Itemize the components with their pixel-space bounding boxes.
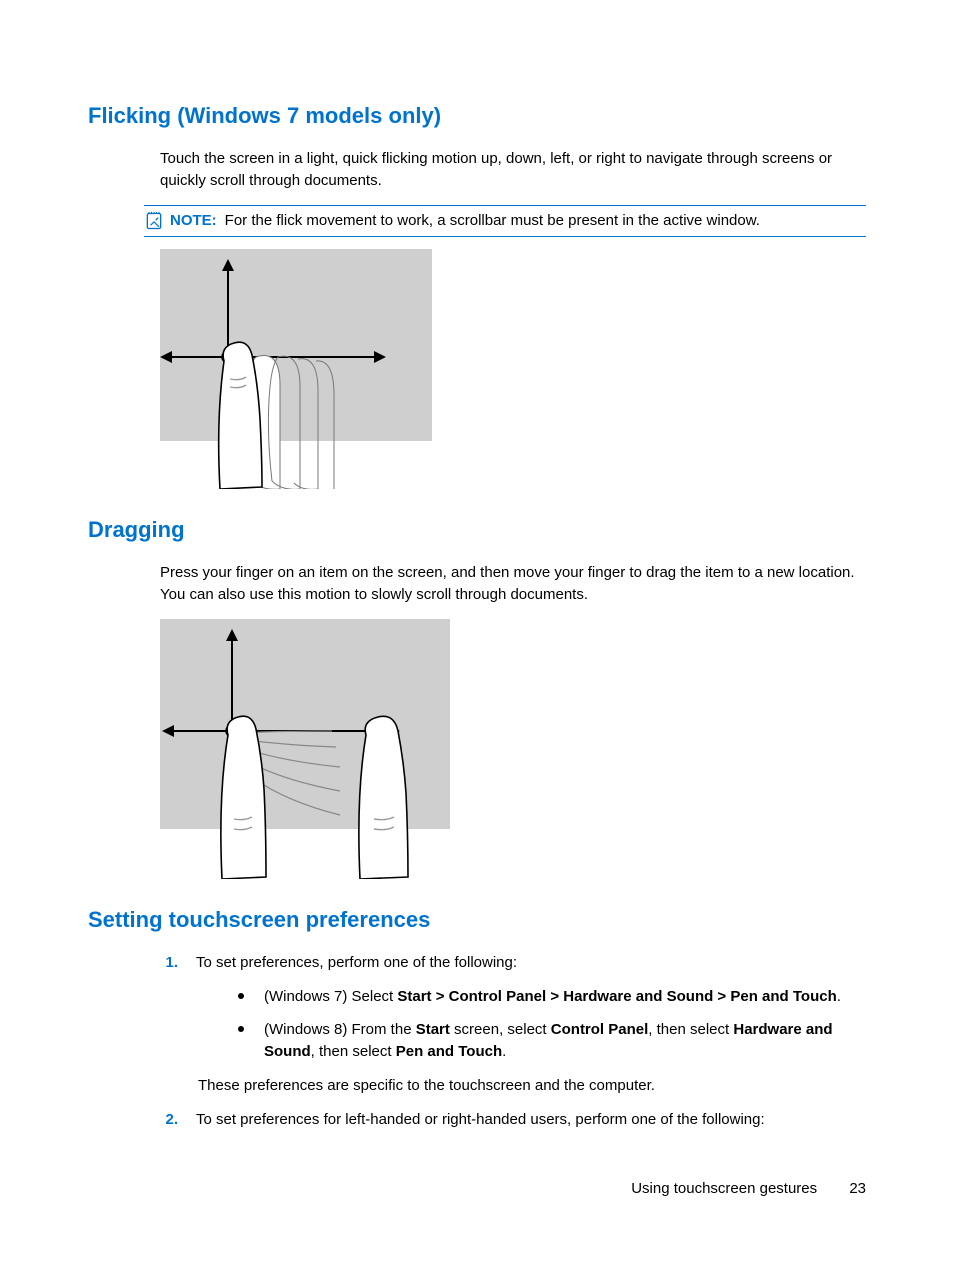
step-1-text: To set preferences, perform one of the f…	[196, 952, 866, 974]
step-2: 2. To set preferences for left-handed or…	[160, 1109, 866, 1131]
page-footer: Using touchscreen gestures 23	[631, 1178, 866, 1200]
note-label: NOTE:	[170, 212, 217, 229]
note-block: NOTE: For the flick movement to work, a s…	[144, 205, 866, 237]
step-2-text: To set preferences for left-handed or ri…	[196, 1109, 866, 1131]
note-text: NOTE: For the flick movement to work, a s…	[170, 210, 866, 232]
dragging-paragraph: Press your finger on an item on the scre…	[160, 562, 866, 606]
footer-section: Using touchscreen gestures	[631, 1180, 817, 1197]
step-1-number: 1.	[160, 952, 178, 1063]
flicking-paragraph: Touch the screen in a light, quick flick…	[160, 148, 866, 192]
step-2-number: 2.	[160, 1109, 178, 1131]
bullet-icon	[238, 1026, 244, 1032]
flicking-illustration	[160, 249, 866, 496]
step-1-after: These preferences are specific to the to…	[198, 1075, 866, 1097]
heading-flicking: Flicking (Windows 7 models only)	[88, 100, 866, 132]
note-icon	[144, 211, 164, 231]
bullet-win7-body: (Windows 7) Select Start > Control Panel…	[264, 986, 866, 1008]
bullet-win8-body: (Windows 8) From the Start screen, selec…	[264, 1019, 866, 1063]
note-body: For the flick movement to work, a scroll…	[225, 212, 760, 229]
footer-page-number: 23	[849, 1180, 866, 1197]
heading-preferences: Setting touchscreen preferences	[88, 904, 866, 936]
step-1: 1. To set preferences, perform one of th…	[160, 952, 866, 1063]
bullet-icon	[238, 993, 244, 999]
bullet-win7: (Windows 7) Select Start > Control Panel…	[238, 986, 866, 1008]
heading-dragging: Dragging	[88, 514, 866, 546]
dragging-illustration	[160, 619, 866, 886]
bullet-win8: (Windows 8) From the Start screen, selec…	[238, 1019, 866, 1063]
